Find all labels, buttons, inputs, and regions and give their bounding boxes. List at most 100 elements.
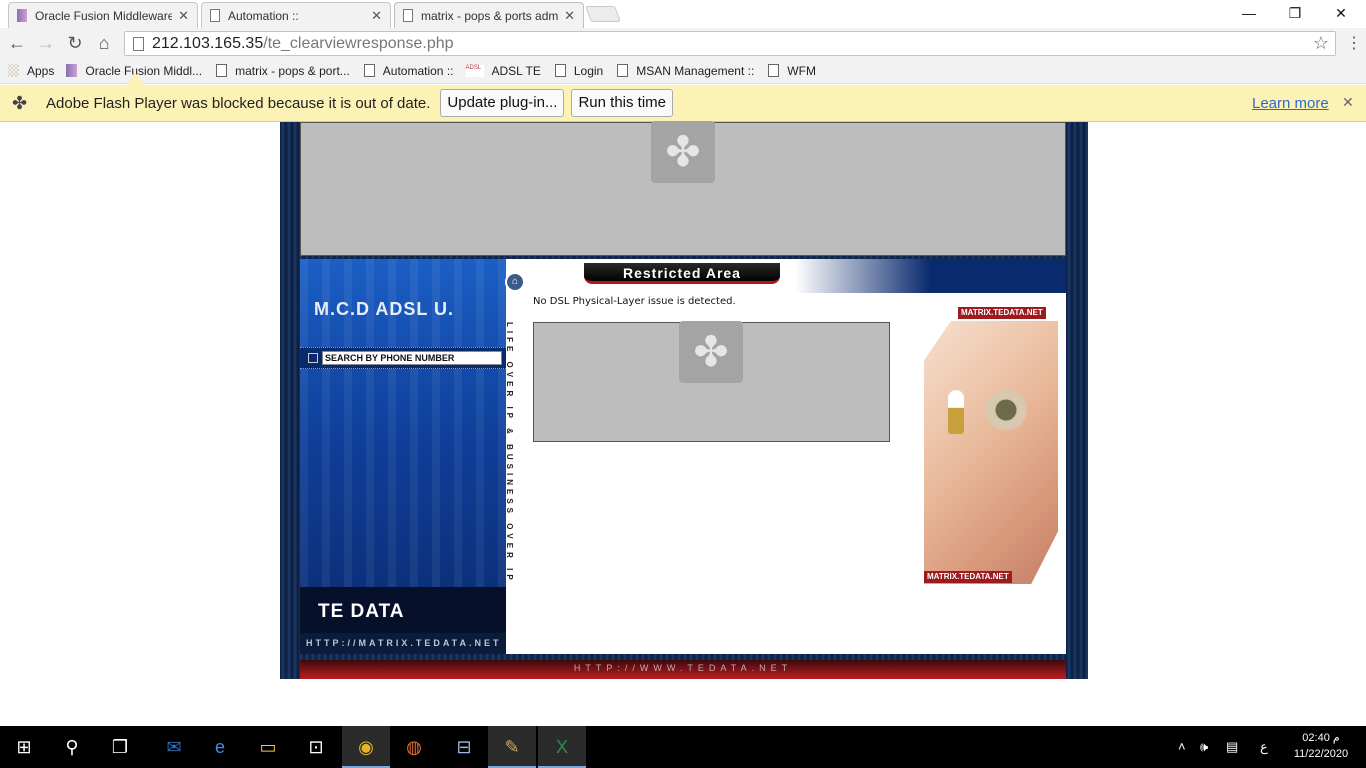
page-icon [617, 64, 629, 77]
search-panel: SEARCH BY PHONE NUMBER [300, 347, 506, 369]
bookmark-label: Login [573, 63, 604, 78]
advertisement-image [924, 321, 1058, 584]
clock-time: 02:40 م [1302, 732, 1340, 744]
tab-title: matrix - pops & ports adm [421, 8, 559, 23]
brand-title: M.C.D ADSL U. [314, 299, 455, 319]
site-frame: ✤ M.C.D ADSL U. SEARCH BY PHONE NUMBER T… [280, 121, 1088, 679]
flash-plugin-placeholder[interactable]: ✤ [533, 321, 890, 442]
search-by-phone-link[interactable]: SEARCH BY PHONE NUMBER [322, 351, 502, 365]
tab-matrix[interactable]: matrix - pops & ports adm ✕ [394, 2, 584, 28]
bookmark-label: WFM [787, 63, 816, 78]
network-tool-icon[interactable]: ⊟ [440, 726, 488, 768]
close-icon[interactable]: ✕ [371, 8, 382, 24]
page-icon [210, 9, 220, 22]
infobar-arrow [126, 72, 144, 86]
close-icon[interactable]: ✕ [564, 8, 575, 24]
eye-graphic [976, 390, 1036, 430]
close-icon[interactable]: ✕ [178, 8, 189, 24]
address-bar[interactable]: 212.103.165.35/te_clearviewresponse.php … [124, 31, 1336, 56]
status-message: No DSL Physical-Layer issue is detected. [533, 296, 736, 307]
reload-icon[interactable]: ↻ [64, 32, 86, 54]
window-close-icon[interactable]: ✕ [1318, 0, 1364, 28]
company-logo: TE DATA [300, 587, 506, 633]
chrome-icon[interactable]: ◉ [342, 726, 390, 768]
windows-taskbar: ⊞ ⚲ ❐ ✉ e ▭ ⊡ ◉ ◍ ⊟ ✎ X ˄ 🕪 ▤ ع 02:40 م … [0, 726, 1366, 768]
new-tab-button[interactable] [585, 6, 621, 22]
puzzle-piece-icon: ✤ [12, 93, 28, 113]
volume-icon[interactable]: 🕪 [1200, 726, 1208, 768]
tab-strip: Oracle Fusion Middleware ✕ Automation ::… [0, 0, 1366, 28]
input-language[interactable]: ع [1260, 726, 1268, 768]
bookmark-wfm[interactable]: WFM [768, 64, 816, 78]
bookmarks-bar: Apps Oracle Fusion Middl... matrix - pop… [0, 58, 1366, 84]
edge-icon[interactable]: e [196, 726, 244, 768]
bookmark-apps[interactable]: Apps [8, 64, 54, 78]
file-explorer-icon[interactable]: ▭ [244, 726, 292, 768]
bulb-graphic [948, 390, 964, 434]
ad-label-top: MATRIX.TEDATA.NET [958, 307, 1046, 319]
start-icon[interactable]: ⊞ [0, 726, 48, 768]
plugin-icon: ✤ [679, 321, 743, 383]
bookmark-automation[interactable]: Automation :: [363, 63, 454, 78]
search-arrow-icon[interactable] [308, 353, 318, 363]
page-icon [133, 36, 144, 51]
task-view-icon[interactable]: ❐ [96, 726, 144, 768]
page-icon [363, 64, 375, 77]
chevron-up-icon[interactable]: ˄ [1178, 726, 1186, 768]
plugin-blocked-infobar: ✤ Adobe Flash Player was blocked because… [0, 85, 1366, 122]
store-icon[interactable]: ⊡ [292, 726, 340, 768]
tab-title: Automation :: [228, 8, 299, 23]
bookmark-label: matrix - pops & port... [235, 63, 350, 78]
flash-plugin-placeholder[interactable]: ✤ [300, 121, 1066, 256]
apps-icon [8, 64, 19, 77]
footer-url: HTTP://WWW.TEDATA.NET [300, 660, 1066, 679]
paint-icon[interactable]: ✎ [488, 726, 536, 768]
system-clock[interactable]: 02:40 م 11/22/2020 [1288, 730, 1354, 762]
restore-icon[interactable]: ❐ [1272, 0, 1318, 28]
bookmark-label: MSAN Management :: [636, 63, 755, 78]
tab-title: Oracle Fusion Middleware [35, 8, 173, 23]
update-plugin-button[interactable]: Update plug-in... [440, 89, 565, 117]
bookmark-star-icon[interactable]: ☆ [1313, 33, 1329, 54]
matrix-url-text: HTTP://MATRIX.TEDATA.NET [300, 633, 506, 654]
url-host: 212.103.165.35 [152, 34, 264, 52]
home-icon[interactable]: ⌂ [505, 272, 525, 292]
page-viewport: ✤ M.C.D ADSL U. SEARCH BY PHONE NUMBER T… [0, 121, 1366, 726]
clock-date: 11/22/2020 [1293, 748, 1349, 760]
tab-automation[interactable]: Automation :: ✕ [201, 2, 391, 28]
bookmark-label: Automation :: [382, 63, 454, 78]
learn-more-link[interactable]: Learn more [1252, 95, 1329, 112]
outlook-icon[interactable]: ✉ [150, 726, 198, 768]
section-title: Restricted Area [584, 263, 780, 284]
bookmark-login[interactable]: Login [554, 63, 604, 78]
bookmark-matrix[interactable]: matrix - pops & port... [216, 64, 350, 78]
menu-icon[interactable]: ⋮ [1346, 33, 1362, 53]
adsl-icon: ADSL [465, 64, 484, 77]
back-icon[interactable]: ← [6, 32, 28, 54]
firefox-icon[interactable]: ◍ [390, 726, 438, 768]
forward-icon[interactable]: → [35, 32, 57, 54]
vertical-slogan: LIFE OVER IP & BUSINESS OVER IP [505, 322, 514, 584]
close-icon[interactable]: ✕ [1342, 94, 1354, 111]
excel-icon[interactable]: X [538, 726, 586, 768]
oracle-icon [66, 64, 78, 77]
minimize-icon[interactable]: — [1226, 0, 1272, 28]
page-icon [554, 64, 566, 77]
browser-toolbar: ← → ↻ ⌂ 212.103.165.35/te_clearviewrespo… [0, 28, 1366, 58]
oracle-icon [17, 9, 27, 22]
url-path: /te_clearviewresponse.php [263, 34, 454, 52]
run-this-time-button[interactable]: Run this time [571, 89, 674, 117]
tab-oracle[interactable]: Oracle Fusion Middleware ✕ [8, 2, 198, 28]
page-icon [403, 9, 413, 22]
bookmark-label: Apps [27, 63, 55, 78]
bookmark-label: ADSL TE [491, 63, 541, 78]
bookmark-adsl[interactable]: ADSL ADSL TE [465, 63, 541, 78]
bookmark-msan[interactable]: MSAN Management :: [617, 64, 754, 78]
search-icon[interactable]: ⚲ [48, 726, 96, 768]
plugin-icon: ✤ [651, 121, 715, 183]
notification-icon[interactable]: ▤ [1226, 726, 1238, 768]
page-icon [216, 64, 228, 77]
ad-label-bottom: MATRIX.TEDATA.NET [924, 571, 1012, 583]
home-icon[interactable]: ⌂ [93, 32, 115, 54]
page-icon [768, 64, 780, 77]
